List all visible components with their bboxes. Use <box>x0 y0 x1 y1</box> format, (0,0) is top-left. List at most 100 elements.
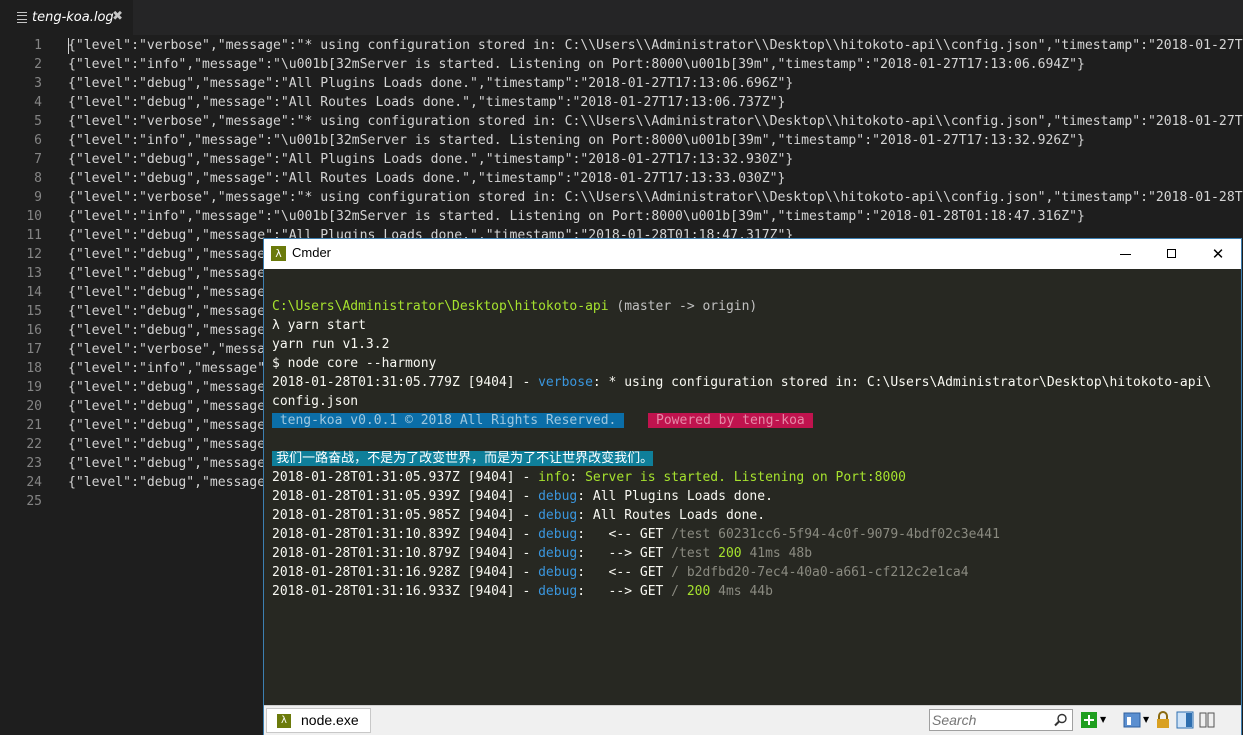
tab-teng-koa-log[interactable]: teng-koa.log ✖ <box>0 0 133 35</box>
new-console-icon[interactable] <box>1080 711 1098 729</box>
line-text: {"level":"debug","message <box>68 418 266 433</box>
request-path: / <box>671 584 679 599</box>
log-level: debug <box>538 508 578 523</box>
verbose-continuation: config.json <box>272 394 359 409</box>
line-text: {"level":"debug","message <box>68 323 266 338</box>
line-number: 22 <box>26 437 42 452</box>
line-text: {"level":"debug","message":"All Routes L… <box>68 95 786 110</box>
request-log-line: 2018-01-28T01:31:16.928Z [9404] - debug:… <box>272 563 969 582</box>
prompt-path: C:\Users\Administrator\Desktop\hitokoto-… <box>272 299 609 314</box>
log-message: : <box>569 470 586 485</box>
node-command-line: $ node core --harmony <box>272 356 437 371</box>
log-level: debug <box>538 546 578 561</box>
line-text: {"level":"debug","message <box>68 304 266 319</box>
console-tab[interactable]: λ node.exe <box>266 708 371 733</box>
slogan-line: 我们一路奋战，不是为了改变世界，而是为了不让世界改变我们。 <box>272 449 654 468</box>
log-level: debug <box>538 489 578 504</box>
line-text: {"level":"debug","message <box>68 475 266 490</box>
request-method: : <-- GET <box>577 527 672 542</box>
line-number: 20 <box>26 399 42 414</box>
line-number: 8 <box>34 171 42 186</box>
slogan-banner: 我们一路奋战，不是为了改变世界，而是为了不让世界改变我们。 <box>272 451 654 466</box>
split-view-icon[interactable] <box>1176 711 1194 729</box>
line-text: {"level":"verbose","message":"* using co… <box>68 38 1243 53</box>
window-list-icon[interactable] <box>1123 711 1141 729</box>
search-icon[interactable] <box>1054 713 1068 727</box>
editor-line[interactable]: 9 {"level":"verbose","message":"* using c… <box>0 188 1243 207</box>
log-prefix: 2018-01-28T01:31:05.939Z [9404] - <box>272 489 539 504</box>
new-console-dropdown-icon[interactable]: ▼ <box>1100 715 1106 724</box>
line-number: 13 <box>26 266 42 281</box>
line-number: 21 <box>26 418 42 433</box>
console-tab-label: node.exe <box>301 712 359 728</box>
cmder-logo-icon: λ <box>277 714 291 728</box>
line-number: 12 <box>26 247 42 262</box>
line-text: {"level":"info","message" <box>68 361 266 376</box>
editor-line[interactable]: 4 {"level":"debug","message":"All Routes … <box>0 93 1243 112</box>
search-input[interactable] <box>932 711 1050 729</box>
lock-icon[interactable] <box>1154 711 1172 729</box>
log-line: 2018-01-28T01:31:05.939Z [9404] - debug:… <box>272 487 773 506</box>
log-level: debug <box>538 527 578 542</box>
line-number: 16 <box>26 323 42 338</box>
prompt-line: C:\Users\Administrator\Desktop\hitokoto-… <box>272 297 757 316</box>
log-prefix: 2018-01-28T01:31:05.985Z [9404] - <box>272 508 539 523</box>
line-text: {"level":"debug","message":"All Plugins … <box>68 152 794 167</box>
request-method: : --> GET <box>577 584 672 599</box>
window-layout-icon[interactable] <box>1198 711 1216 729</box>
line-text: {"level":"debug","message <box>68 266 266 281</box>
log-message: : All Plugins Loads done. <box>577 489 773 504</box>
minimize-button[interactable] <box>1103 239 1149 269</box>
log-prefix: 2018-01-28T01:31:05.779Z [9404] - <box>272 375 539 390</box>
response-status: 200 <box>710 546 742 561</box>
window-list-dropdown-icon[interactable]: ▼ <box>1143 715 1149 724</box>
editor-line[interactable]: 7 {"level":"debug","message":"All Plugins… <box>0 150 1243 169</box>
log-line: 2018-01-28T01:31:05.937Z [9404] - info: … <box>272 468 906 487</box>
window-title: Cmder <box>292 245 332 260</box>
cmder-statusbar: λ node.exe ▼ ▼ <box>264 705 1241 735</box>
editor-line[interactable]: 1 {"level":"verbose","message":"* using c… <box>0 36 1243 55</box>
line-number: 11 <box>26 228 42 243</box>
verbose-line: 2018-01-28T01:31:05.779Z [9404] - verbos… <box>272 373 1211 392</box>
cmder-logo-icon: λ <box>271 246 286 261</box>
request-path: /test <box>671 527 711 542</box>
terminal-output[interactable]: C:\Users\Administrator\Desktop\hitokoto-… <box>264 269 1241 705</box>
line-number: 3 <box>34 76 42 91</box>
log-level: verbose <box>538 375 593 390</box>
request-detail: 4ms 44b <box>710 584 773 599</box>
request-path: /test <box>671 546 711 561</box>
line-text: {"level":"debug","message":"All Plugins … <box>68 76 794 91</box>
line-text: {"level":"info","message":"\u001b[32mSer… <box>68 133 1085 148</box>
maximize-button[interactable] <box>1149 239 1195 269</box>
close-button[interactable]: ✕ <box>1195 239 1241 269</box>
line-number: 4 <box>34 95 42 110</box>
log-prefix: 2018-01-28T01:31:16.928Z [9404] - <box>272 565 539 580</box>
request-log-line: 2018-01-28T01:31:10.879Z [9404] - debug:… <box>272 544 812 563</box>
request-detail: 41ms 48b <box>741 546 813 561</box>
response-status: 200 <box>679 584 711 599</box>
cmder-titlebar[interactable]: λ Cmder ✕ <box>264 239 1241 269</box>
log-highlight: Server is started. Listening on Port:800… <box>585 470 906 485</box>
line-number: 2 <box>34 57 42 72</box>
line-number: 9 <box>34 190 42 205</box>
yarn-run-line: yarn run v1.3.2 <box>272 337 390 352</box>
editor-line[interactable]: 5 {"level":"verbose","message":"* using c… <box>0 112 1243 131</box>
editor-line[interactable]: 3 {"level":"debug","message":"All Plugins… <box>0 74 1243 93</box>
line-number: 1 <box>34 38 42 53</box>
line-number: 14 <box>26 285 42 300</box>
prompt-branch: (master -> origin) <box>608 299 758 314</box>
search-box[interactable] <box>929 709 1073 731</box>
request-detail: 60231cc6-5f94-4c0f-9079-4bdf02c3e441 <box>710 527 1000 542</box>
log-prefix: 2018-01-28T01:31:05.937Z [9404] - <box>272 470 539 485</box>
close-icon[interactable]: ✖ <box>112 9 123 24</box>
log-line: 2018-01-28T01:31:05.985Z [9404] - debug:… <box>272 506 765 525</box>
line-number: 15 <box>26 304 42 319</box>
line-text: {"level":"debug","message <box>68 437 266 452</box>
editor-line[interactable]: 10 {"level":"info","message":"\u001b[32mS… <box>0 207 1243 226</box>
editor-line[interactable]: 6 {"level":"info","message":"\u001b[32mSe… <box>0 131 1243 150</box>
line-text: {"level":"debug","message <box>68 285 266 300</box>
editor-line[interactable]: 8 {"level":"debug","message":"All Routes … <box>0 169 1243 188</box>
editor-line[interactable]: 2 {"level":"info","message":"\u001b[32mSe… <box>0 55 1243 74</box>
line-text: {"level":"debug","message <box>68 380 266 395</box>
log-level: debug <box>538 584 578 599</box>
